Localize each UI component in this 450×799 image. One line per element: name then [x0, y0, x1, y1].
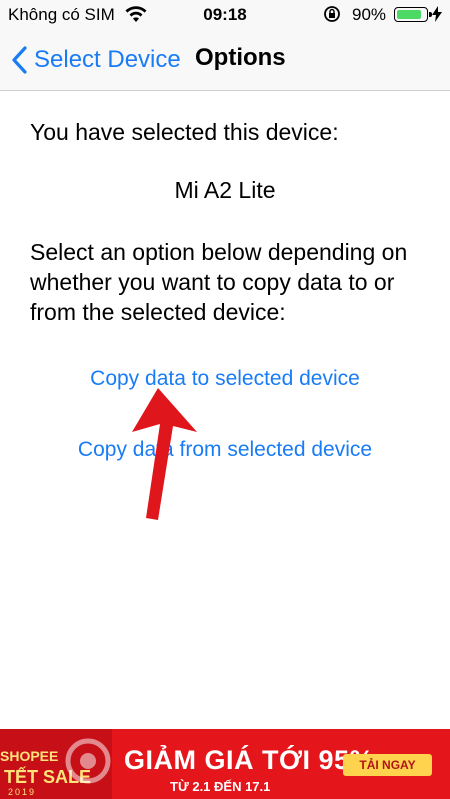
selected-device-intro: You have selected this device:	[30, 119, 339, 145]
page-title: Options	[195, 44, 286, 71]
ad-banner[interactable]: SHOPEE TẾT SALE 2019 GIẢM GIÁ TỚI 95% TỪ…	[0, 729, 450, 799]
copy-from-device-button[interactable]: Copy data from selected device	[0, 438, 450, 462]
banner-download-button[interactable]: TẢI NGAY	[343, 754, 432, 776]
status-bar: Không có SIM 09:18 90%	[0, 0, 450, 30]
back-button[interactable]: Select Device	[10, 40, 181, 80]
chevron-left-icon	[12, 46, 27, 74]
battery-icon	[394, 7, 432, 22]
banner-brand: SHOPEE	[0, 748, 59, 764]
charging-bolt-icon	[432, 6, 442, 22]
device-name: Mi A2 Lite	[174, 177, 276, 203]
battery-percent: 90%	[352, 5, 387, 24]
copy-to-device-button[interactable]: Copy data to selected device	[0, 367, 450, 391]
watermark-logo	[65, 738, 111, 784]
rotation-lock-icon	[324, 6, 340, 22]
red-arrow-annotation	[132, 388, 197, 520]
back-button-label: Select Device	[34, 46, 181, 73]
instruction-text: Select an option below depending on whet…	[30, 239, 408, 325]
banner-year: 2019	[8, 787, 37, 797]
main-content: You have selected this device: Mi A2 Lit…	[0, 91, 450, 729]
navigation-bar: Select Device Options	[0, 30, 450, 91]
